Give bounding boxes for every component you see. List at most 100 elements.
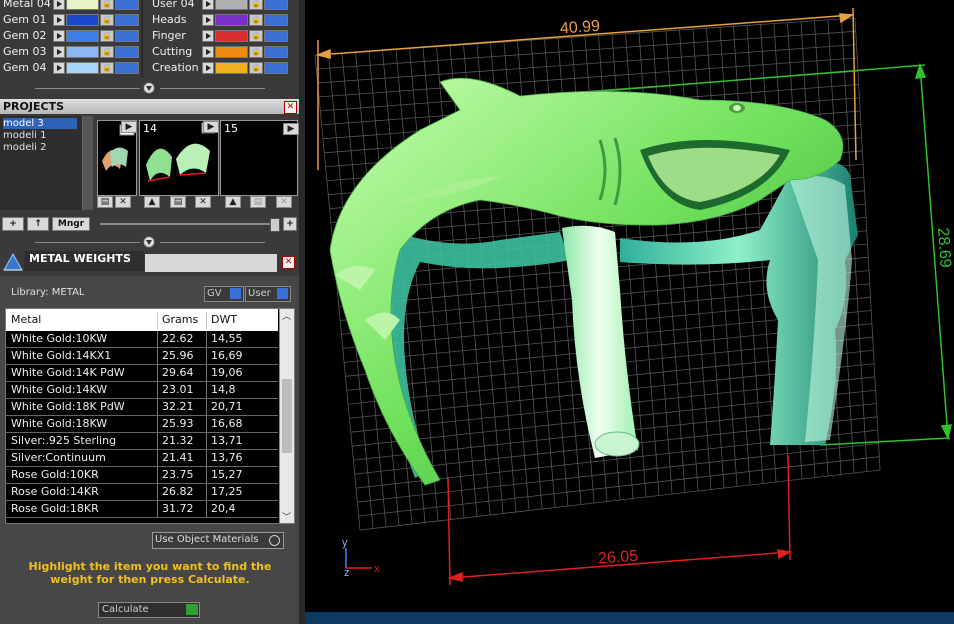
metal-table-scrollbar[interactable]: ︿ ﹀	[279, 309, 294, 523]
close-metal-weights-icon[interactable]: ✕	[282, 256, 295, 269]
user-toggle[interactable]: User	[245, 286, 291, 302]
expand-arrow-icon[interactable]	[53, 0, 65, 10]
material-color-swatch[interactable]	[215, 13, 248, 26]
expand-arrow-icon[interactable]	[53, 29, 65, 42]
expand-arrow-icon[interactable]	[202, 0, 214, 10]
table-row[interactable]: White Gold:14KW 23.01 14,8	[6, 382, 278, 399]
expand-arrow-icon[interactable]	[53, 61, 65, 74]
column-header-metal[interactable]: Metal	[6, 312, 157, 329]
scroll-down-icon[interactable]: ﹀	[282, 510, 291, 523]
column-header-grams[interactable]: Grams	[157, 312, 206, 329]
add-project-button[interactable]: +	[2, 217, 24, 231]
lock-icon[interactable]: 🔒	[100, 0, 114, 10]
material-row[interactable]: Creation 🔒	[152, 60, 289, 75]
lock-icon[interactable]: 🔒	[249, 13, 263, 26]
visibility-toggle[interactable]	[115, 0, 139, 10]
visibility-toggle[interactable]	[115, 45, 139, 58]
material-color-swatch[interactable]	[66, 61, 99, 74]
project-list-scrollbar[interactable]	[82, 116, 93, 210]
table-row[interactable]: White Gold:14KX1 25.96 16,69	[6, 348, 278, 365]
expand-arrow-icon[interactable]	[202, 29, 214, 42]
material-color-swatch[interactable]	[66, 13, 99, 26]
visibility-toggle[interactable]	[115, 61, 139, 74]
calculate-button[interactable]: Calculate	[98, 602, 200, 618]
material-row[interactable]: Cutting 🔒	[152, 44, 289, 59]
thumbnail-size-slider[interactable]	[100, 223, 280, 225]
material-row[interactable]: Gem 04 🔒	[3, 60, 140, 75]
lock-icon[interactable]: 🔒	[249, 45, 263, 58]
material-row[interactable]: Heads 🔒	[152, 12, 289, 27]
visibility-toggle[interactable]	[115, 29, 139, 42]
table-row[interactable]: White Gold:14K PdW 29.64 19,06	[6, 365, 278, 382]
project-item[interactable]: modeli 2	[3, 142, 46, 153]
scroll-up-icon[interactable]: ︿	[282, 309, 291, 322]
material-row[interactable]: Gem 01 🔒	[3, 12, 140, 27]
expand-arrow-icon[interactable]	[202, 13, 214, 26]
table-row[interactable]: Silver:.925 Sterling 21.32 13,71	[6, 433, 278, 450]
expand-arrow-icon[interactable]	[53, 13, 65, 26]
play-icon[interactable]: ▶	[203, 121, 219, 133]
lock-icon[interactable]: 🔒	[100, 61, 114, 74]
upload-icon[interactable]: ▲	[144, 196, 160, 208]
visibility-toggle[interactable]	[115, 13, 139, 26]
material-row[interactable]: Finger 🔒	[152, 28, 289, 43]
table-row[interactable]: White Gold:18K PdW 32.21 20,71	[6, 399, 278, 416]
delete-icon[interactable]: ✕	[195, 196, 211, 208]
collapse-toggle-icon[interactable]	[143, 236, 155, 248]
lock-icon[interactable]: 🔒	[100, 29, 114, 42]
material-row[interactable]: Gem 02 🔒	[3, 28, 140, 43]
play-icon[interactable]: ▶	[283, 123, 299, 135]
visibility-toggle[interactable]	[264, 61, 288, 74]
save-icon[interactable]: ▤	[170, 196, 186, 208]
ring-model[interactable]	[329, 77, 858, 486]
slider-handle[interactable]	[270, 218, 280, 232]
3d-viewport[interactable]: 40.99 28.69 26.05 y z x	[305, 0, 954, 612]
material-row[interactable]: Metal 04 🔒	[3, 0, 140, 11]
visibility-toggle[interactable]	[264, 29, 288, 42]
visibility-toggle[interactable]	[264, 0, 288, 10]
table-row[interactable]: Silver:Continuum 21.41 13,76	[6, 450, 278, 467]
material-color-swatch[interactable]	[215, 61, 248, 74]
project-item[interactable]: modeli 1	[3, 130, 46, 141]
visibility-toggle[interactable]	[264, 45, 288, 58]
material-color-swatch[interactable]	[66, 29, 99, 42]
project-thumbnail[interactable]: 15 ▶	[220, 120, 299, 196]
table-row[interactable]: Rose Gold:14KR 26.82 17,25	[6, 484, 278, 501]
gv-toggle[interactable]: GV	[204, 286, 244, 302]
lock-icon[interactable]: 🔒	[249, 29, 263, 42]
viewport-canvas[interactable]: 40.99 28.69 26.05 y z x	[305, 0, 954, 612]
lock-icon[interactable]: 🔒	[100, 13, 114, 26]
material-color-swatch[interactable]	[215, 0, 248, 10]
project-item[interactable]: model 3	[3, 118, 77, 129]
expand-arrow-icon[interactable]	[53, 45, 65, 58]
lock-icon[interactable]: 🔒	[249, 0, 263, 10]
use-object-materials-toggle[interactable]: Use Object Materials	[152, 532, 284, 549]
lock-icon[interactable]: 🔒	[249, 61, 263, 74]
delete-icon[interactable]: ✕	[276, 196, 292, 208]
table-row[interactable]: White Gold:10KW 22.62 14,55	[6, 331, 278, 348]
visibility-toggle[interactable]	[264, 13, 288, 26]
material-color-swatch[interactable]	[215, 29, 248, 42]
lock-icon[interactable]: 🔒	[100, 45, 114, 58]
upload-icon[interactable]: ▲	[225, 196, 241, 208]
material-color-swatch[interactable]	[215, 45, 248, 58]
material-color-swatch[interactable]	[66, 45, 99, 58]
material-color-swatch[interactable]	[66, 0, 99, 10]
scrollbar-thumb[interactable]	[282, 379, 292, 453]
table-row[interactable]: White Gold:18KW 25.93 16,68	[6, 416, 278, 433]
manager-button[interactable]: Mngr	[52, 217, 90, 231]
table-row[interactable]: Rose Gold:10KR 23.75 15,27	[6, 467, 278, 484]
save-icon[interactable]: ▤	[250, 196, 266, 208]
table-row[interactable]: Rose Gold:18KR 31.72 20,4	[6, 501, 278, 518]
zoom-in-icon[interactable]: +	[283, 217, 297, 231]
play-icon[interactable]: ▶	[121, 121, 137, 133]
expand-arrow-icon[interactable]	[202, 61, 214, 74]
column-header-dwt[interactable]: DWT	[206, 312, 267, 329]
close-projects-icon[interactable]: ✕	[284, 101, 297, 114]
save-icon[interactable]: ▤	[97, 196, 113, 208]
delete-icon[interactable]: ✕	[115, 196, 131, 208]
expand-arrow-icon[interactable]	[202, 45, 214, 58]
material-row[interactable]: Gem 03 🔒	[3, 44, 140, 59]
collapse-toggle-icon[interactable]	[143, 82, 155, 94]
material-row[interactable]: User 04 🔒	[152, 0, 289, 11]
